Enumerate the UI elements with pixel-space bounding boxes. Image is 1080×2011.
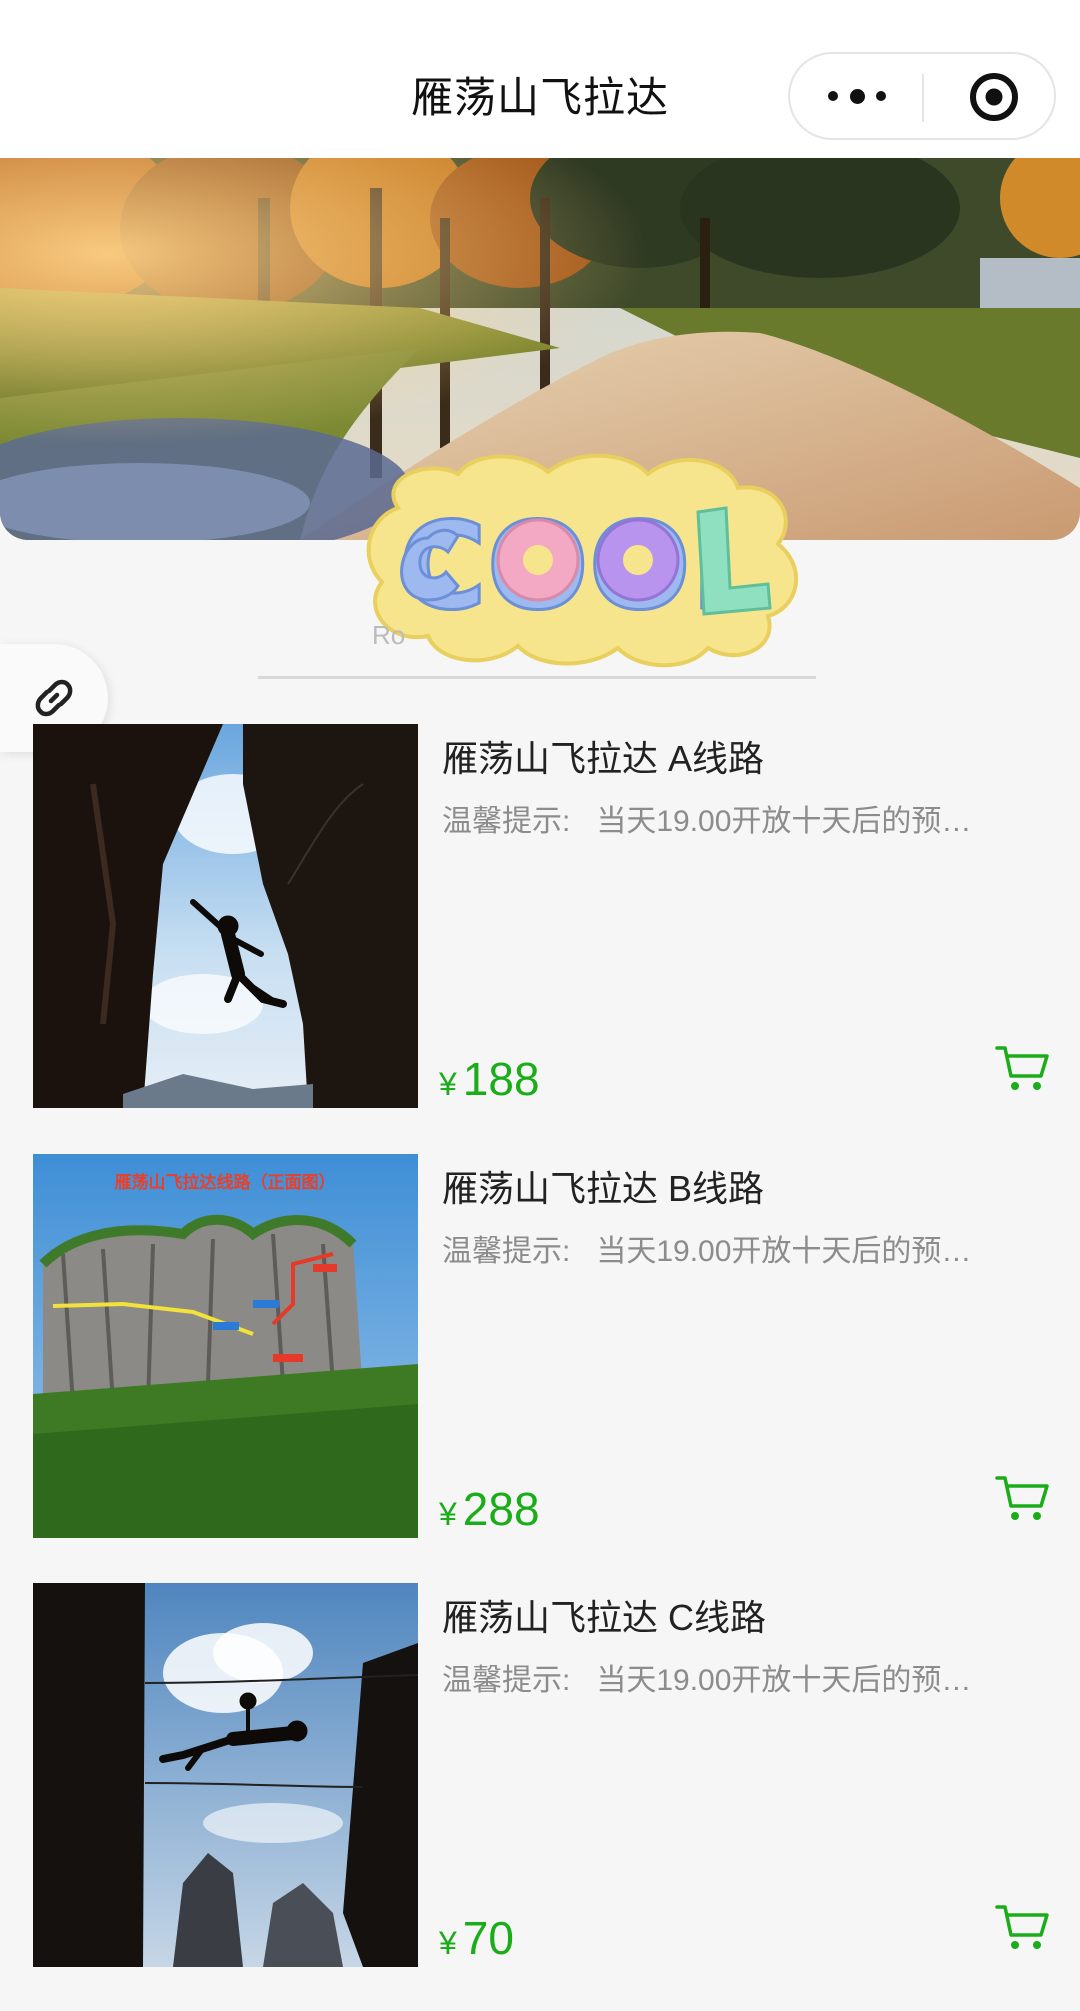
- product-name[interactable]: 雁荡山飞拉达 B线路: [442, 1160, 764, 1212]
- route-map-photo: 雁荡山飞拉达线路（正面图）: [33, 1154, 418, 1538]
- nav-bar: 雁荡山飞拉达: [0, 0, 1080, 158]
- tip-label: 温馨提示:: [442, 1664, 571, 1697]
- price-amount: 70: [462, 1912, 514, 1964]
- cool-sticker: COOL: [366, 453, 798, 668]
- price-currency: ¥: [439, 1066, 457, 1102]
- more-dots-icon[interactable]: [828, 54, 886, 138]
- zipline-photo: [33, 1583, 418, 1967]
- page: 雁荡山飞拉达 COOL Ro 雁荡山飞拉达 A线路 温馨提示: 当天19.00开…: [0, 0, 1080, 2011]
- product-image-climber[interactable]: [33, 724, 418, 1108]
- product-tip: 温馨提示: 当天19.00开放十天后的预…: [442, 796, 1042, 840]
- product-name[interactable]: 雁荡山飞拉达 A线路: [442, 730, 764, 782]
- product-price: ¥ 70: [439, 1911, 514, 1965]
- cart-icon[interactable]: [995, 1903, 1051, 1953]
- target-circle-icon[interactable]: [968, 71, 1020, 123]
- route-map-title: 雁荡山飞拉达线路（正面图）: [115, 1172, 336, 1193]
- product-card[interactable]: 雁荡山飞拉达线路（正面图） 雁荡山飞拉达 B线路 温馨提示: 当天19.00开放十…: [33, 1154, 1063, 1538]
- tip-label: 温馨提示:: [442, 805, 571, 838]
- product-card[interactable]: 雁荡山飞拉达 A线路 温馨提示: 当天19.00开放十天后的预… ¥ 188: [33, 724, 1063, 1108]
- price-currency: ¥: [439, 1496, 457, 1532]
- tip-label: 温馨提示:: [442, 1235, 571, 1268]
- product-image-zipline[interactable]: [33, 1583, 418, 1967]
- climber-photo: [33, 724, 418, 1108]
- price-amount: 188: [462, 1053, 540, 1105]
- product-card[interactable]: 雁荡山飞拉达 C线路 温馨提示: 当天19.00开放十天后的预… ¥ 70: [33, 1583, 1063, 1967]
- link-icon: [35, 679, 73, 717]
- price-amount: 288: [462, 1483, 540, 1535]
- product-tip: 温馨提示: 当天19.00开放十天后的预…: [442, 1226, 1042, 1270]
- tip-text: 当天19.00开放十天后的预…: [596, 805, 972, 838]
- cart-icon[interactable]: [995, 1474, 1051, 1524]
- tab-underline: [258, 676, 816, 679]
- product-name[interactable]: 雁荡山飞拉达 C线路: [442, 1589, 766, 1641]
- product-image-route-map[interactable]: 雁荡山飞拉达线路（正面图）: [33, 1154, 418, 1538]
- product-tip: 温馨提示: 当天19.00开放十天后的预…: [442, 1655, 1042, 1699]
- tip-text: 当天19.00开放十天后的预…: [596, 1664, 972, 1697]
- product-price: ¥ 188: [439, 1052, 540, 1106]
- capsule-divider: [922, 74, 924, 122]
- tab-label[interactable]: Ro: [372, 620, 405, 651]
- product-price: ¥ 288: [439, 1482, 540, 1536]
- tip-text: 当天19.00开放十天后的预…: [596, 1235, 972, 1268]
- mini-program-capsule: [788, 52, 1056, 140]
- price-currency: ¥: [439, 1925, 457, 1961]
- cart-icon[interactable]: [995, 1044, 1051, 1094]
